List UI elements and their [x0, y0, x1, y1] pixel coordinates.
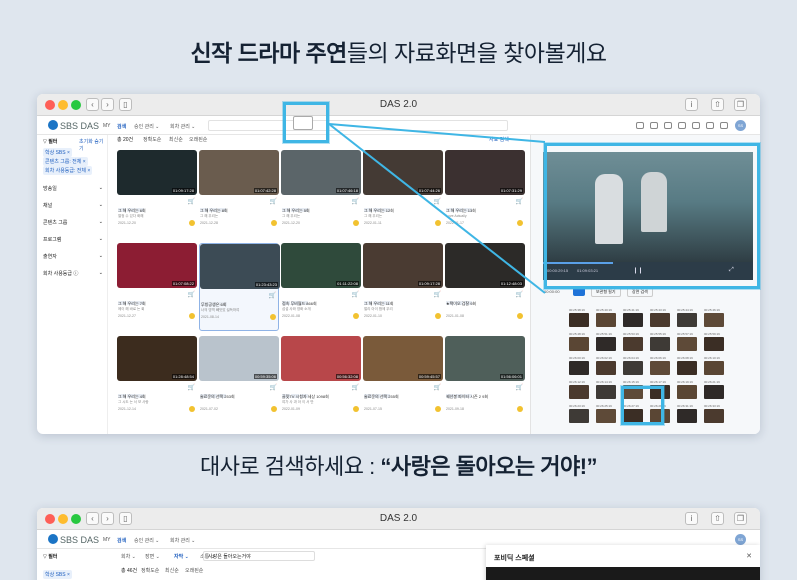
- nav-approval[interactable]: 승인 관리 ⌄: [134, 537, 159, 544]
- title-bar: ‹ › ▯ DAS 2.0 i ⇧ ❐: [37, 508, 760, 530]
- filter-tab-scene[interactable]: 장면 ⌄: [145, 553, 160, 560]
- scene-highlight: [621, 386, 664, 425]
- result-count: 총 46건: [121, 568, 138, 574]
- nav-my[interactable]: MY: [103, 537, 111, 543]
- sort-accuracy[interactable]: 정확도순: [141, 567, 159, 574]
- modal-title: 포비딕 스페셜: [494, 555, 535, 562]
- close-icon[interactable]: ✕: [746, 552, 752, 560]
- avatar[interactable]: SS: [735, 534, 746, 545]
- sort-latest[interactable]: 최신순: [165, 567, 179, 574]
- search-query-field[interactable]: 사랑은 돌아오는거야: [203, 551, 315, 561]
- callout-connectors: [328, 123, 546, 294]
- search-instruction: 대사로 검색하세요 : “사랑은 돌아오는 거야!”: [199, 454, 598, 479]
- sort-oldest[interactable]: 오래된순: [185, 567, 203, 574]
- tabs-icon[interactable]: ❐: [734, 512, 747, 525]
- app-logo[interactable]: SBS DAS: [48, 534, 99, 545]
- modal-video[interactable]: [486, 567, 760, 580]
- detail-modal: 포비딕 스페셜 ✕: [486, 545, 760, 580]
- nav-search[interactable]: 검색: [117, 537, 126, 544]
- das-window-2: ‹ › ▯ DAS 2.0 i ⇧ ❐ SBS DAS MY 검색 승인 관리 …: [37, 508, 760, 580]
- share-icon[interactable]: ⇧: [711, 512, 724, 525]
- sbs-logo-icon: [48, 534, 58, 544]
- window-title: DAS 2.0: [379, 513, 418, 524]
- nav-episode[interactable]: 회차 관리 ⌄: [170, 537, 195, 544]
- filter-tab-subtitle[interactable]: 자막 ⌄: [174, 553, 189, 560]
- filter-label: ▽ 필터: [43, 554, 58, 560]
- info-icon[interactable]: i: [685, 512, 698, 525]
- filter-tab-episode[interactable]: 회차 ⌄: [121, 553, 136, 560]
- filter-chip[interactable]: 학상 SBS ×: [43, 570, 72, 579]
- preview-highlight: [544, 143, 760, 289]
